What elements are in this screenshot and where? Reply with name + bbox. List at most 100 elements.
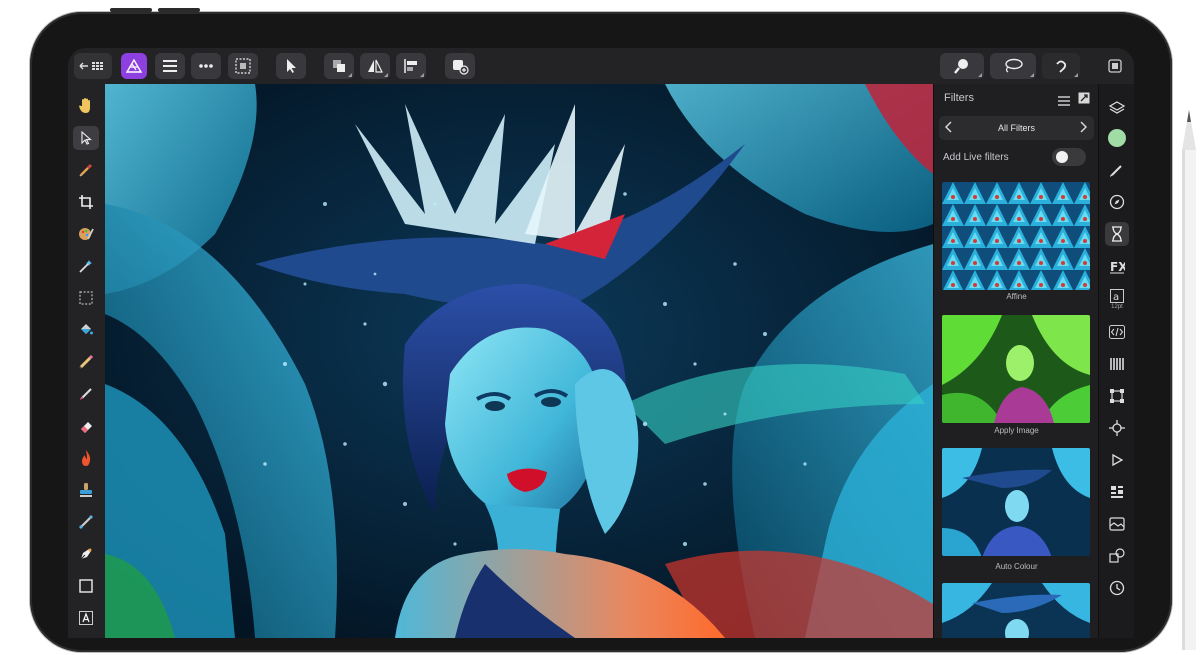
pen-tool[interactable] [73,510,99,534]
colour-studio[interactable] [1105,126,1129,150]
flood-fill-tool[interactable] [73,318,99,342]
magic-wand-tool[interactable] [73,254,99,278]
filter-category-nav: All Filters [939,116,1094,140]
app-screen: Filters All Filters Add Live filters Aff… [68,48,1134,638]
filter-thumbnail[interactable] [942,448,1090,556]
text-styles-studio[interactable]: a 12pt [1105,284,1129,314]
selection-button[interactable] [228,53,258,79]
filter-thumbnail[interactable] [942,315,1090,423]
auto-colour-preview [942,448,1090,556]
marquee-tool[interactable] [73,286,99,310]
filter-thumbnail[interactable] [942,583,1090,638]
align-icon [404,59,417,73]
filter-thumbnail[interactable] [942,182,1090,290]
burn-tool[interactable] [73,446,99,470]
back-button[interactable] [74,53,112,79]
clone-tool[interactable] [73,478,99,502]
next-category-icon[interactable] [1079,121,1087,135]
history-adjust-studio[interactable] [1105,222,1129,246]
rectangle-tool[interactable] [73,574,99,598]
paint-bucket-icon [81,324,93,335]
zoom-icon [954,59,968,74]
channels-studio[interactable] [1105,352,1129,376]
flip-button[interactable] [360,53,390,79]
pencil-icon [79,354,94,369]
erase-tool[interactable] [73,414,99,438]
live-filters-label: Add Live filters [943,152,1009,163]
align-button[interactable] [396,53,426,79]
undo-icon [1056,60,1067,73]
eraser-icon [81,422,92,433]
history-studio[interactable] [1105,576,1129,600]
document-canvas[interactable] [105,84,933,638]
move-tool-button[interactable] [276,53,306,79]
vector-pen-tool[interactable] [73,542,99,566]
brushes-studio[interactable] [1105,158,1129,182]
transform-studio[interactable] [1105,384,1129,408]
marquee-icon [79,291,93,305]
panel-expand-icon[interactable] [1078,91,1090,109]
crosshair-icon [1109,420,1125,436]
lasso-icon [1005,58,1023,73]
svg-text:FX: FX [1110,260,1125,274]
svg-text:a: a [1113,292,1119,303]
navigator-studio[interactable] [1105,190,1129,214]
tools-panel [68,84,105,638]
pointer-icon [81,131,92,145]
text-frame-icon [79,611,93,625]
hamburger-menu-icon [163,60,177,72]
panel-menu-icon[interactable] [1058,93,1070,111]
clock-icon [1109,580,1125,596]
transform-icon [1110,389,1124,403]
photo-artwork [105,84,933,638]
rectangle-icon [79,579,93,593]
text-style-icon: a [1110,288,1124,303]
text-tool[interactable] [73,606,99,630]
lasso-button[interactable] [990,53,1036,79]
fx-studio[interactable]: FX [1105,254,1129,278]
filters-panel: Filters All Filters Add Live filters Aff… [933,84,1099,638]
export-icon [1108,59,1122,73]
stamp-icon [80,483,92,497]
play-icon [1112,453,1124,467]
undo-button[interactable] [1042,53,1080,79]
color-picker-tool[interactable] [73,158,99,182]
apply-image-preview [942,315,1090,423]
studio-bar: FX a 12pt [1098,84,1134,638]
category-label[interactable]: All Filters [939,123,1094,133]
layers-icon [1109,101,1125,114]
flame-icon [82,450,91,466]
menu-button[interactable] [155,53,185,79]
text-style-caption: 12pt [1111,303,1123,310]
device-button-top [110,8,152,12]
move-tool[interactable] [73,126,99,150]
palette-brush-icon [79,228,94,240]
live-filters-toggle[interactable] [1052,148,1086,166]
add-layer-button[interactable] [445,53,475,79]
stock-studio[interactable] [1105,512,1129,536]
assets-icon [1109,548,1125,563]
paint-brush-tool[interactable] [73,222,99,246]
macro-studio[interactable] [1105,320,1129,344]
snapping-studio[interactable] [1105,416,1129,440]
zoom-button[interactable] [940,53,984,79]
arrange-button[interactable] [324,53,354,79]
assets-studio[interactable] [1105,544,1129,568]
library-icon [1111,486,1123,498]
brush-tool[interactable] [73,382,99,406]
persona-button[interactable] [121,53,147,79]
library-studio[interactable] [1105,480,1129,504]
flip-icon [368,59,383,73]
hand-tool[interactable] [73,94,99,118]
macro-play-studio[interactable] [1105,448,1129,472]
layers-studio[interactable] [1105,96,1129,120]
pencil-tool[interactable] [73,350,99,374]
export-button[interactable] [1104,53,1126,79]
affine-preview [942,182,1090,290]
pen-nib-icon [80,548,92,560]
magic-wand-icon [79,260,92,273]
device-button-top-2 [158,8,200,12]
more-button[interactable] [191,53,221,79]
back-grid-icon [79,62,103,70]
crop-tool[interactable] [73,190,99,214]
